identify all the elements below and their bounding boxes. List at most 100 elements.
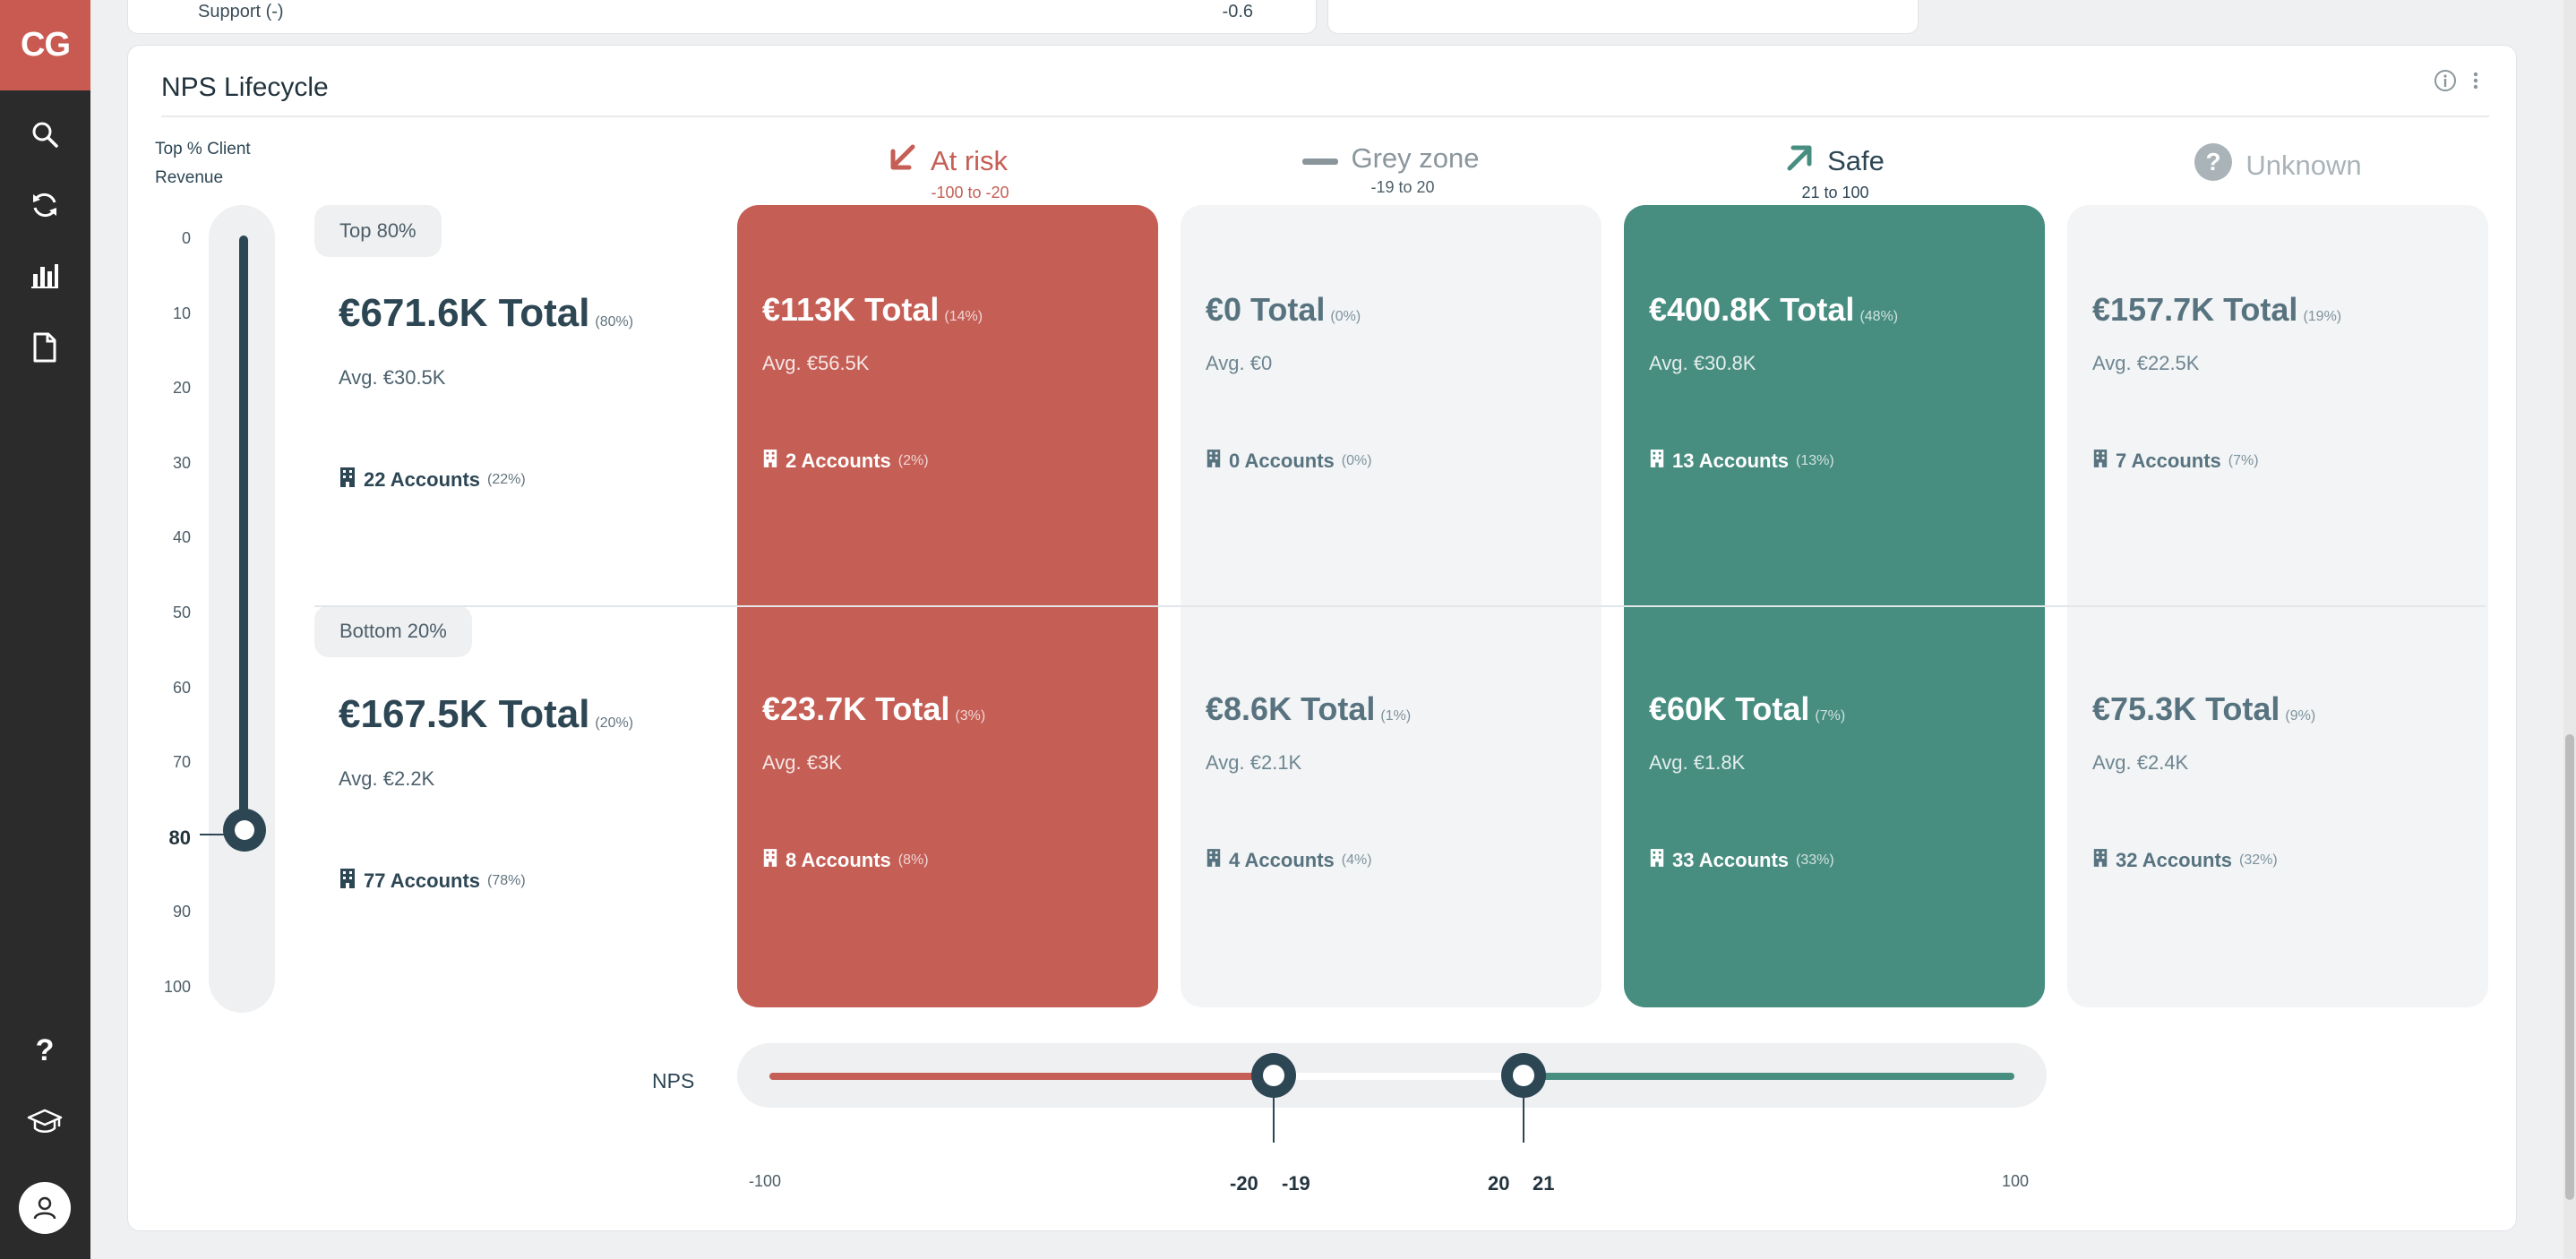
building-icon (2092, 848, 2108, 873)
panel-title: NPS Lifecycle (161, 73, 329, 102)
total-value: €167.5K Total (339, 692, 590, 736)
accounts-pct: (13%) (1796, 453, 1834, 468)
svg-text:?: ? (2206, 148, 2221, 176)
total-pct: (14%) (944, 309, 983, 324)
building-icon (1649, 848, 1665, 873)
column-bottom-metrics: €23.7K Total (3%) Avg. €3K 8 Accounts (8%) (762, 690, 1156, 873)
accounts-pct: (78%) (487, 873, 526, 888)
building-icon (762, 449, 778, 474)
column-name: Grey zone (1351, 142, 1480, 174)
total-value: €75.3K Total (2092, 690, 2280, 727)
nps-high-value: 20 (1488, 1172, 1510, 1195)
user-avatar-icon[interactable] (19, 1182, 71, 1234)
revenue-tick-label: 80 (168, 826, 191, 849)
refresh-icon[interactable] (27, 187, 63, 223)
nps-label: NPS (652, 1069, 695, 1092)
nps-low-handle[interactable] (1251, 1053, 1296, 1098)
average-value: Avg. €56.5K (762, 352, 870, 374)
average-value: Avg. €30.8K (1649, 352, 1756, 374)
revenue-slider-handle[interactable] (223, 809, 266, 852)
column-range: -100 to -20 (931, 184, 1009, 201)
question-circle-icon: ? (2194, 142, 2233, 189)
accounts-count: 33 Accounts (1672, 849, 1790, 871)
bar-chart-icon[interactable] (27, 258, 63, 294)
total-value: €671.6K Total (339, 291, 590, 335)
average-value: Avg. €2.4K (2092, 751, 2189, 774)
column-header-grey-zone: Grey zone -19 to 20 (1181, 142, 1601, 197)
accounts-count: 7 Accounts (2116, 450, 2221, 472)
total-pct: (1%) (1380, 708, 1412, 724)
total-value: €157.7K Total (2092, 291, 2298, 328)
nps-max-label: 100 (2002, 1172, 2030, 1190)
sidebar: CG ? (0, 0, 90, 1259)
total-pct: (20%) (595, 715, 634, 731)
average-value: Avg. €22.5K (2092, 352, 2200, 374)
info-icon[interactable] (2434, 69, 2457, 97)
revenue-tick-label: 50 (172, 604, 191, 621)
support-value: -0.6 (1222, 2, 1253, 21)
revenue-tick-label: 40 (172, 528, 191, 547)
accounts-pct: (8%) (897, 852, 929, 868)
average-value: Avg. €2.2K (339, 767, 435, 790)
search-icon[interactable] (27, 116, 63, 152)
nps-at-risk-range (769, 1073, 1268, 1080)
column-header-at-risk: At risk -100 to -20 (737, 142, 1158, 202)
column-header-safe: Safe 21 to 100 (1624, 142, 2045, 202)
accounts-count: 0 Accounts (1229, 450, 1335, 472)
title-divider (161, 116, 2489, 117)
revenue-slider-fill (239, 236, 248, 835)
accounts-count: 32 Accounts (2116, 849, 2233, 871)
total-pct: (3%) (955, 708, 986, 724)
revenue-tick-label: 30 (172, 453, 191, 472)
average-value: Avg. €3K (762, 751, 842, 774)
accounts-count: 8 Accounts (786, 849, 891, 871)
total-pct: (9%) (2285, 708, 2316, 724)
total-pct: (0%) (1330, 309, 1361, 324)
secondary-card (1327, 0, 1919, 34)
app-logo[interactable]: CG (0, 0, 90, 90)
total-pct: (7%) (1815, 708, 1846, 724)
column-range: 21 to 100 (1801, 184, 1869, 201)
revenue-tick-label: 60 (172, 678, 191, 697)
nps-low-next-value: -19 (1282, 1172, 1310, 1195)
accounts-pct: (22%) (487, 472, 526, 487)
column-name: Unknown (2245, 150, 2362, 181)
axis-title-line1: Top % Client (155, 140, 251, 158)
graduation-cap-icon[interactable] (27, 1103, 63, 1139)
total-pct: (48%) (1859, 309, 1899, 324)
revenue-tick-label: 0 (181, 229, 191, 247)
revenue-slider-marker (200, 834, 225, 835)
nps-high-marker (1523, 1098, 1524, 1143)
accounts-pct: (0%) (1341, 453, 1372, 468)
segment-label-bottom: Bottom 20% (314, 605, 472, 657)
help-icon[interactable]: ? (27, 1032, 63, 1068)
document-icon[interactable] (27, 330, 63, 365)
column-bottom-metrics: €8.6K Total (1%) Avg. €2.1K 4 Accounts (4%) (1206, 690, 1600, 873)
column-bottom-metrics: €75.3K Total (9%) Avg. €2.4K 32 Accounts (32… (2092, 690, 2486, 873)
scrollbar-thumb[interactable] (2565, 734, 2574, 1200)
building-icon (2092, 449, 2108, 474)
accounts-pct: (33%) (1796, 852, 1834, 868)
building-icon (762, 848, 778, 873)
arrow-up-right-icon (1784, 142, 1815, 180)
nps-low-marker (1273, 1098, 1275, 1143)
support-card: Support (-) -0.6 (127, 0, 1317, 34)
revenue-tick-label: 20 (172, 379, 191, 398)
column-bottom-metrics: €60K Total (7%) Avg. €1.8K 33 Accounts (33%) (1649, 690, 2043, 873)
more-options-icon[interactable] (2471, 69, 2480, 97)
revenue-tick-label: 100 (163, 978, 191, 996)
column-top-metrics: €400.8K Total (48%) Avg. €30.8K 13 Accounts… (1649, 291, 2043, 474)
building-icon (1206, 848, 1222, 873)
total-value: €60K Total (1649, 690, 1810, 727)
accounts-count: 2 Accounts (786, 450, 891, 472)
page-scrollbar[interactable] (2563, 0, 2576, 1259)
revenue-tick-label: 10 (172, 304, 191, 322)
nps-high-handle[interactable] (1501, 1053, 1546, 1098)
accounts-pct: (4%) (1341, 852, 1372, 868)
accounts-count: 13 Accounts (1672, 450, 1790, 472)
building-icon (339, 868, 356, 895)
total-value: €8.6K Total (1206, 690, 1376, 727)
arrow-down-left-icon (888, 142, 918, 180)
average-value: Avg. €1.8K (1649, 751, 1746, 774)
dash-icon (1302, 142, 1339, 175)
